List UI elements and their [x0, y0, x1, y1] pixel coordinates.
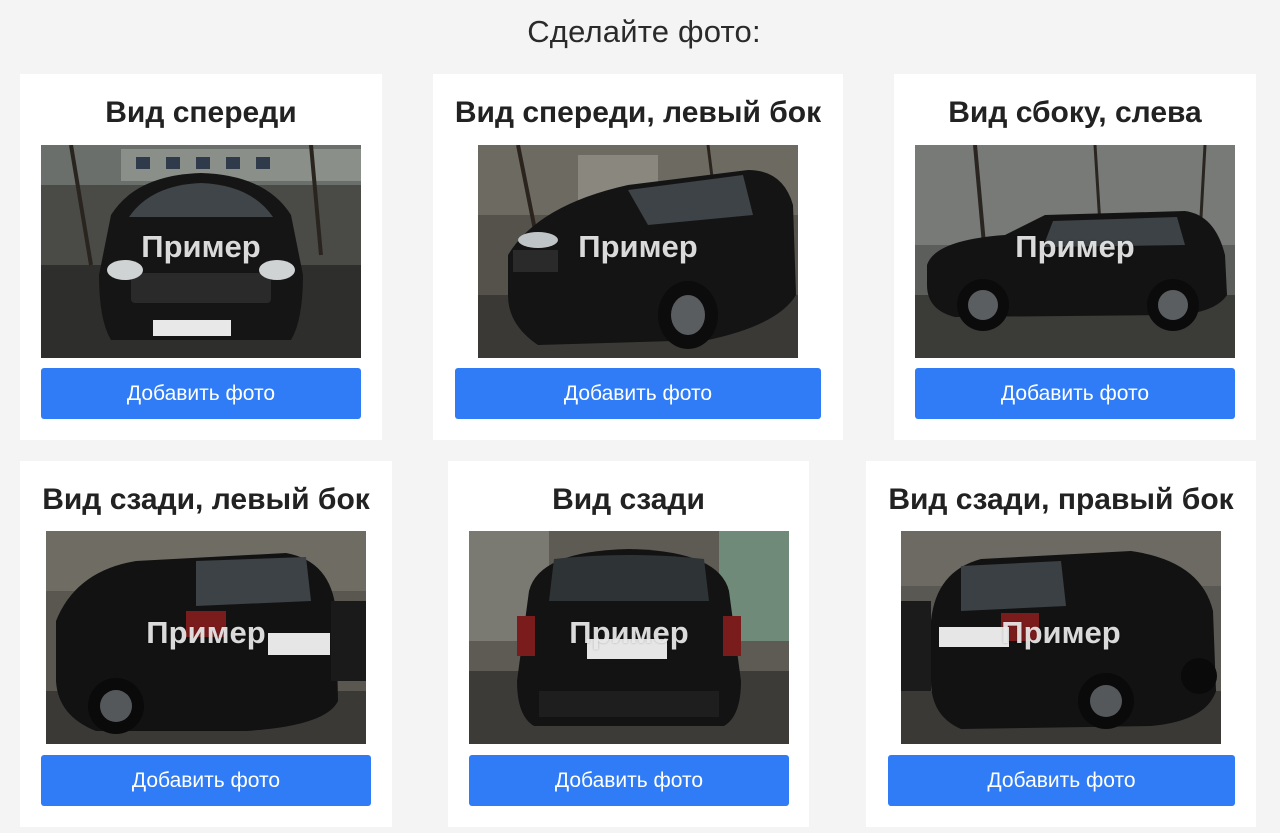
card-title: Вид сзади, правый бок — [888, 483, 1234, 516]
photo-card-rear-right: Вид сзади, правый бок Пример Добавить фо… — [866, 461, 1256, 827]
photo-card-rear: Вид сзади Пример Добавить фото — [448, 461, 809, 827]
card-title: Вид сзади, левый бок — [42, 483, 370, 516]
photo-card-front-left: Вид спереди, левый бок Пример Добавить ф… — [433, 74, 843, 440]
card-title: Вид сзади — [552, 483, 705, 516]
card-title: Вид спереди, левый бок — [454, 96, 822, 129]
add-photo-button-rear-right[interactable]: Добавить фото — [888, 755, 1235, 806]
example-photo-front-left: Пример — [478, 145, 798, 358]
example-photo-rear: Пример — [469, 531, 789, 744]
car-left-side-illustration — [915, 145, 1235, 358]
add-photo-button-left-side[interactable]: Добавить фото — [915, 368, 1235, 419]
example-photo-left-side: Пример — [915, 145, 1235, 358]
add-photo-button-front[interactable]: Добавить фото — [41, 368, 361, 419]
car-rear-right-illustration — [901, 531, 1221, 744]
car-front-left-illustration — [478, 145, 798, 358]
add-photo-button-rear[interactable]: Добавить фото — [469, 755, 789, 806]
page-title: Сделайте фото: — [527, 14, 761, 49]
car-front-illustration — [41, 145, 361, 358]
car-rear-left-illustration — [46, 531, 366, 744]
example-photo-rear-right: Пример — [901, 531, 1221, 744]
add-photo-button-rear-left[interactable]: Добавить фото — [41, 755, 371, 806]
add-photo-button-front-left[interactable]: Добавить фото — [455, 368, 821, 419]
car-rear-illustration — [469, 531, 789, 744]
card-title: Вид сбоку, слева — [948, 96, 1202, 129]
example-photo-rear-left: Пример — [46, 531, 366, 744]
card-title: Вид спереди — [105, 96, 297, 129]
photo-card-rear-left: Вид сзади, левый бок Пример Добавить фот… — [20, 461, 392, 827]
photo-card-front: Вид спереди Пример Добавить фото — [20, 74, 382, 440]
photo-card-left-side: Вид сбоку, слева Пример Добавить фото — [894, 74, 1256, 440]
example-photo-front: Пример — [41, 145, 361, 358]
